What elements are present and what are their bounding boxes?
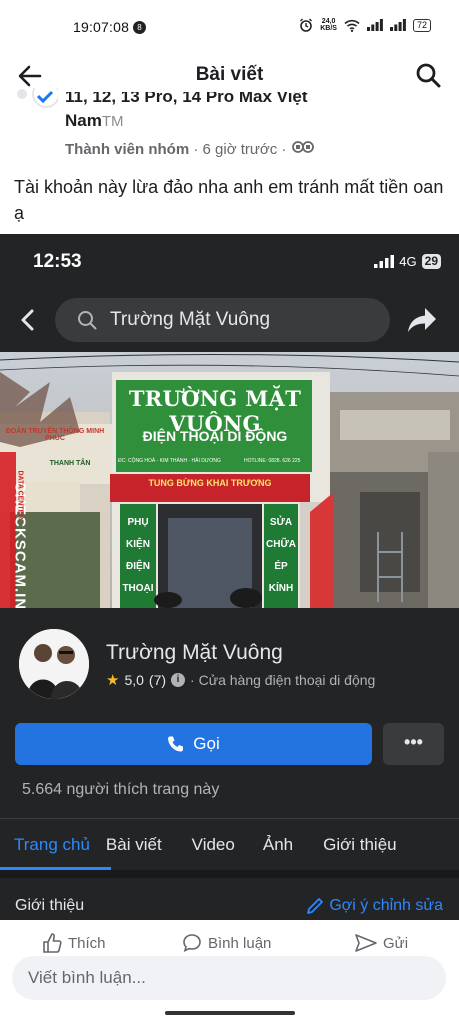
more-options-button[interactable]: ••• — [383, 723, 444, 765]
inner-search-bar-row: Trường Mặt Vuông — [0, 296, 459, 346]
send-icon — [355, 934, 377, 952]
signal-icon-2 — [389, 19, 406, 31]
comment-icon — [183, 934, 201, 952]
call-button[interactable]: Gọi — [15, 723, 372, 765]
inner-search-icon — [78, 311, 97, 330]
alarm-icon — [300, 18, 313, 32]
attached-screenshot[interactable]: 12:53 4G 29 Trường Mặt Vuông TRƯỜNG MẶT … — [0, 234, 459, 920]
pencil-icon — [307, 898, 324, 914]
left-sign-1: ĐOÀN TRUYỀN THÔNG MINH PHÚC — [5, 428, 105, 442]
comment-button[interactable]: Bình luận — [182, 932, 271, 954]
tab-home[interactable]: Trang chủ — [14, 835, 90, 855]
page-tabs: Trang chủ Bài viết Video Ảnh Giới thiệu — [0, 820, 459, 870]
share-arrow-icon[interactable] — [407, 306, 437, 334]
inner-battery: 29 — [421, 254, 441, 269]
inner-status-bar: 12:53 4G 29 — [0, 234, 459, 288]
left-sign-2: THANH TÂN — [49, 460, 91, 467]
page-likes-count: 5.664 người thích trang này — [22, 781, 220, 798]
right-pillar-text: SỬA CHỮA ÉP KÍNH — [266, 517, 296, 594]
member-role[interactable]: Thành viên nhóm — [65, 141, 189, 158]
sign-hotline: HOTLINE: 0828. 626 225 — [244, 458, 301, 464]
star-icon: ★ — [106, 672, 120, 689]
home-indicator[interactable] — [165, 1011, 295, 1015]
top-header: Bài viết — [0, 56, 459, 96]
watermark: CHECKSCAM.INFO DATA CENTER — [11, 470, 29, 609]
left-pillar-text: PHỤ KIỆN ĐIỆN THOẠI — [122, 517, 154, 594]
page-category: · Cửa hàng điện thoại di động — [190, 672, 376, 688]
post-body-text: Tài khoản này lừa đảo nha anh em tránh m… — [14, 177, 444, 223]
inner-status-icons: 4G 29 — [374, 254, 441, 269]
post-action-bar: Thích Bình luận Gửi — [0, 920, 459, 956]
search-icon[interactable] — [415, 62, 441, 88]
info-icon[interactable]: i — [171, 673, 186, 687]
friends-audience-icon — [291, 141, 314, 153]
comment-placeholder: Viết bình luận... — [28, 968, 146, 987]
inner-status-time: 12:53 — [33, 251, 82, 272]
tab-about[interactable]: Giới thiệu — [323, 835, 397, 855]
battery-indicator: 72 — [412, 18, 431, 32]
inner-network-type: 4G — [399, 254, 417, 269]
tab-posts[interactable]: Bài viết — [106, 835, 162, 855]
inner-search-field[interactable]: Trường Mặt Vuông — [55, 298, 390, 342]
divider — [0, 818, 459, 819]
intro-heading: Giới thiệu — [15, 897, 85, 914]
opening-banner: TUNG BỪNG KHAI TRƯƠNG — [148, 478, 272, 488]
thumbs-up-icon — [43, 933, 62, 953]
phone-icon — [168, 736, 184, 752]
page-title: Bài viết — [195, 64, 264, 85]
group-avatar-icon[interactable] — [14, 88, 58, 116]
notification-count-badge: 8 — [133, 21, 146, 34]
section-separator — [0, 870, 459, 878]
status-time: 19:07:08 — [73, 19, 130, 35]
send-button[interactable]: Gửi — [355, 932, 408, 954]
like-button[interactable]: Thích — [42, 932, 106, 954]
sign-address: ĐC: CỘNG HOÀ - KIM THÀNH - HẢI DƯƠNG — [118, 458, 221, 464]
cover-photo[interactable]: TRƯỜNG MẶT VUÔNG ĐIỆN THOẠI DI ĐỘNG ĐC: … — [0, 352, 459, 608]
inner-search-text: Trường Mặt Vuông — [110, 309, 271, 330]
page-rating: ★ 5,0 (7) i · Cửa hàng điện thoại di độn… — [106, 672, 376, 689]
sign-subtitle: ĐIỆN THOẠI DI ĐỘNG — [142, 428, 288, 444]
tab-photos[interactable]: Ảnh — [263, 835, 293, 855]
wifi-icon — [344, 19, 360, 32]
post-meta: Thành viên nhóm · 6 giờ trước · — [65, 141, 315, 158]
comment-input[interactable]: Viết bình luận... — [12, 956, 446, 1000]
tab-video[interactable]: Video — [192, 835, 235, 855]
signal-icon — [366, 19, 383, 31]
post-time: · 6 giờ trước · — [193, 141, 287, 158]
inner-signal-icon — [374, 255, 395, 268]
suggest-edit-link[interactable]: Gợi ý chỉnh sửa — [306, 897, 443, 915]
status-icons: 24,0 KB/S 72 — [299, 18, 431, 32]
group-name[interactable]: 11, 12, 13 Pro, 14 Pro Max Việt NamTM — [65, 92, 385, 133]
status-bar: 19:07:08 8 24,0 KB/S 72 — [0, 0, 459, 56]
network-speed: 24,0 KB/S — [320, 18, 337, 32]
inner-back-chevron-icon[interactable] — [16, 308, 40, 332]
page-avatar[interactable] — [16, 626, 92, 702]
page-name: Trường Mặt Vuông — [106, 641, 283, 664]
